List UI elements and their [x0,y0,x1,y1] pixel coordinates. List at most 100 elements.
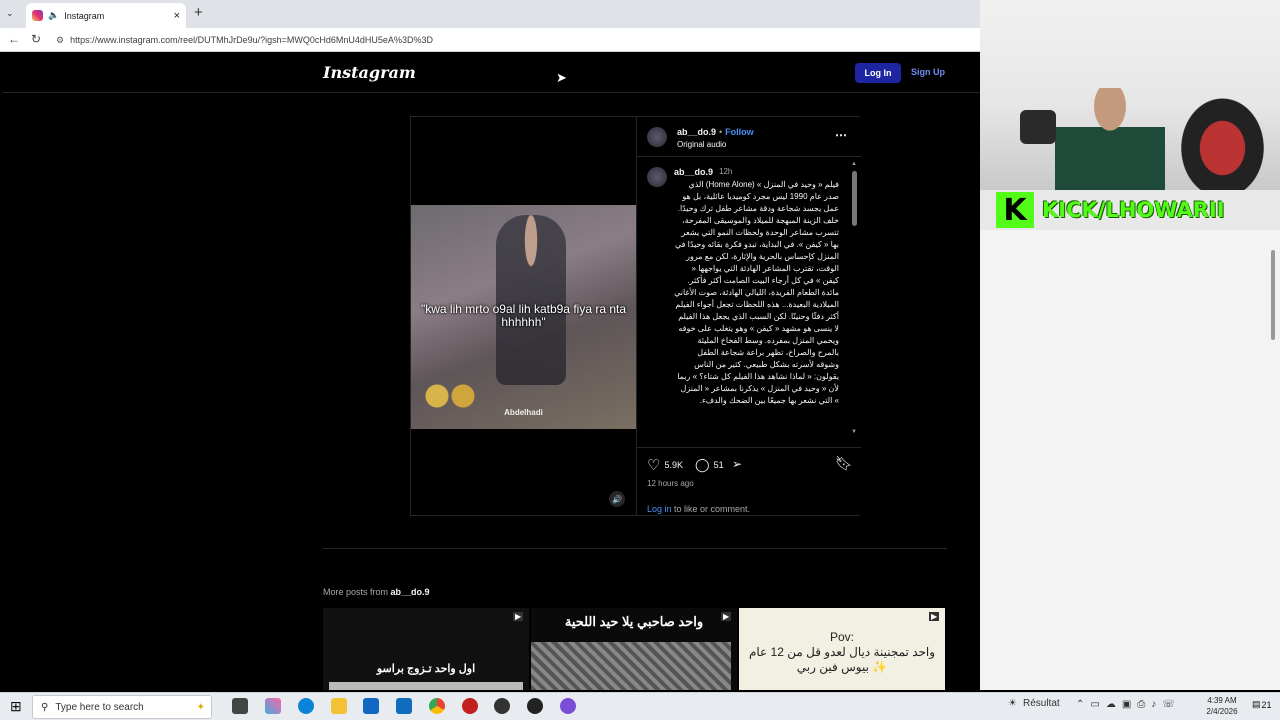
login-prompt-text: to like or comment. [671,504,751,514]
thumb-3-text: Pov: واحد تمجنينة ديال لعدو قل من 12 عام… [748,630,936,674]
kick-logo-icon: K [996,192,1034,228]
video-subtitle: "kwa lih mrto o9al lih katb9a fiya ra nt… [420,302,627,329]
windows-start-icon[interactable]: ⊞ [10,698,22,715]
comment-bubble-icon[interactable]: ◯ [695,457,710,473]
thumb-2-image [531,642,731,690]
scroll-up-icon[interactable]: ▲ [851,161,857,167]
search-placeholder: Type here to search [55,701,144,713]
share-send-icon[interactable]: ➢ [732,457,742,471]
speaker-icon[interactable]: 🔈 [48,10,59,21]
audio-label[interactable]: Original audio [677,140,726,149]
comment-username[interactable]: ab__do.9 [674,167,713,177]
thumb-1-text: اول واحد تـزوج براسو [376,663,476,675]
like-heart-icon[interactable]: ♡ [647,456,660,474]
site-info-icon[interactable]: ⚙ [56,35,64,46]
app-4k-icon[interactable] [527,698,543,714]
outlook-icon[interactable] [396,698,412,714]
more-posts-username[interactable]: ab__do.9 [391,587,430,597]
chrome-icon[interactable] [429,698,445,714]
reel-post: "kwa lih mrto o9al lih katb9a fiya ra nt… [410,116,861,516]
new-tab-button[interactable]: + [194,4,203,21]
app-purple-icon[interactable] [560,698,576,714]
reel-video[interactable]: "kwa lih mrto o9al lih katb9a fiya ra nt… [411,117,636,515]
weather-icon: ☀ [1008,698,1017,709]
app-dark-icon[interactable] [494,698,510,714]
notification-icon: ▤ [1252,699,1261,709]
search-highlight-icon: ✦ [196,701,205,713]
post-header: ab__do.9 • Follow Original audio ⋯ [637,117,861,157]
more-post-thumb-2[interactable]: ▶ واحد صاحبي يلا حيد اللحية [531,608,737,690]
address-bar[interactable]: ⚙ https://www.instagram.com/reel/DUTMhJr… [50,31,978,49]
back-arrow-icon[interactable]: ← [8,32,20,46]
kick-channel-label: KICK/LHOWARII [1042,198,1225,222]
notification-count: 21 [1261,699,1272,710]
copilot-icon[interactable] [265,698,281,714]
search-icon: ⚲ [41,701,49,713]
reel-icon: ▶ [513,612,524,621]
instagram-favicon-icon [32,10,43,21]
divider [323,548,947,549]
gaming-chair [1170,85,1275,190]
author-username[interactable]: ab__do.9 [677,127,716,137]
clock-date: 2/4/2026 [1206,707,1238,716]
browser-side-area [980,230,1280,690]
streamer-figure [1055,88,1165,190]
page-scrollbar[interactable] [1268,230,1278,690]
more-options-icon[interactable]: ⋯ [835,128,847,142]
caption-scroll-thumb[interactable] [852,171,857,226]
taskbar-search[interactable]: ⚲ Type here to search ✦ [32,695,212,719]
notification-center[interactable]: ▤ 21 [1252,699,1272,710]
microphone [1020,110,1056,144]
signup-link[interactable]: Sign Up [911,67,945,77]
edge-icon[interactable] [298,698,314,714]
caption-scroll-area[interactable]: ab__do.9 12h فيلم « وحيد في المنزل » (Ho… [637,161,849,437]
taskbar-clock[interactable]: 4:39 AM 2/4/2026 [1200,695,1244,717]
tab-title: Instagram [64,10,105,21]
page-scroll-thumb[interactable] [1271,250,1275,340]
comment-avatar[interactable] [647,167,667,187]
login-link[interactable]: Log in [647,504,672,514]
weather-widget[interactable]: ☀ Résultat [1008,698,1060,709]
file-explorer-icon[interactable] [331,698,347,714]
url-text[interactable]: https://www.instagram.com/reel/DUTMhJrDe… [70,35,433,45]
reload-icon[interactable]: ↻ [31,32,41,46]
tab-list-chevron-icon[interactable]: ⌄ [6,8,14,19]
mute-toggle-icon[interactable]: 🔊 [609,491,625,507]
store-icon[interactable] [363,698,379,714]
system-tray-icons[interactable]: ⌃▭☁▣⎙♪☏ [1076,699,1181,710]
task-view-icon[interactable] [232,698,248,714]
video-ornaments [425,383,485,409]
author-avatar[interactable] [647,127,667,147]
comment-age: 12h [719,167,733,176]
comment-count[interactable]: 51 [714,460,724,470]
video-person-figure [496,215,566,385]
post-time: 12 hours ago [647,479,694,488]
login-prompt: Log in to like or comment. [647,504,750,514]
mouse-cursor-icon: ➤ [556,70,567,85]
browser-tab[interactable]: 🔈 Instagram × [26,3,186,28]
close-tab-icon[interactable]: × [174,10,180,22]
dot-separator: • [719,127,723,137]
instagram-logo[interactable]: Instagram [323,63,416,82]
webcam-overlay [980,0,1280,190]
windows-taskbar: ⊞ ⚲ Type here to search ✦ ☀ Résultat ⌃▭☁… [0,692,1280,720]
weather-label: Résultat [1022,698,1060,709]
bookmark-icon[interactable]: 🔖︎ [835,455,853,472]
instagram-header: Instagram Log In Sign Up [3,53,980,93]
post-actions: ♡ 5.9K ◯ 51 ➢ 🔖︎ 12 hours ago Log in to … [637,447,861,515]
reel-icon: ▶ [929,612,940,621]
more-post-thumb-1[interactable]: ▶ اول واحد تـزوج براسو [323,608,529,690]
login-button[interactable]: Log In [855,63,901,83]
like-count[interactable]: 5.9K [664,460,683,470]
scroll-down-icon[interactable]: ▼ [851,429,857,435]
clock-time: 4:39 AM [1207,696,1237,705]
thumb-1-image [329,682,523,690]
video-watermark: Abdelhadi [504,408,543,417]
kick-banner: K KICK/LHOWARII [980,190,1280,230]
instagram-page: Instagram Log In Sign Up "kwa lih mrto o… [3,53,980,690]
app-red-icon[interactable] [462,698,478,714]
more-posts-prefix: More posts from [323,587,391,597]
more-post-thumb-3[interactable]: ▶ Pov: واحد تمجنينة ديال لعدو قل من 12 ع… [739,608,945,690]
follow-button[interactable]: Follow [725,127,754,137]
caption-scrollbar[interactable]: ▲ ▼ [850,161,858,437]
